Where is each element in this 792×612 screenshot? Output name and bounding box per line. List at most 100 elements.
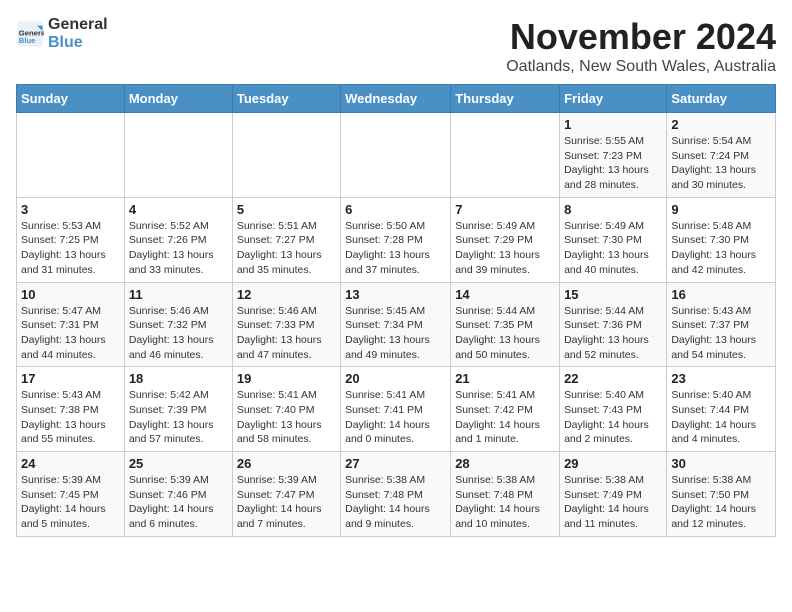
header: General Blue General Blue November 2024 … — [16, 16, 776, 76]
day-info: Sunrise: 5:39 AMSunset: 7:45 PMDaylight:… — [21, 473, 120, 532]
day-info: Sunrise: 5:48 AMSunset: 7:30 PMDaylight:… — [671, 219, 771, 278]
calendar-cell: 19 Sunrise: 5:41 AMSunset: 7:40 PMDayligh… — [232, 367, 340, 452]
day-info: Sunrise: 5:51 AMSunset: 7:27 PMDaylight:… — [237, 219, 336, 278]
week-row-2: 3 Sunrise: 5:53 AMSunset: 7:25 PMDaylight… — [17, 197, 776, 282]
day-info: Sunrise: 5:41 AMSunset: 7:40 PMDaylight:… — [237, 388, 336, 447]
day-info: Sunrise: 5:54 AMSunset: 7:24 PMDaylight:… — [671, 134, 771, 193]
day-info: Sunrise: 5:39 AMSunset: 7:46 PMDaylight:… — [129, 473, 228, 532]
day-info: Sunrise: 5:53 AMSunset: 7:25 PMDaylight:… — [21, 219, 120, 278]
calendar-cell: 30 Sunrise: 5:38 AMSunset: 7:50 PMDayligh… — [667, 452, 776, 537]
calendar-body: 1 Sunrise: 5:55 AMSunset: 7:23 PMDaylight… — [17, 113, 776, 537]
day-number: 1 — [564, 117, 662, 132]
day-number: 23 — [671, 371, 771, 386]
day-number: 24 — [21, 456, 120, 471]
day-info: Sunrise: 5:43 AMSunset: 7:38 PMDaylight:… — [21, 388, 120, 447]
calendar-cell — [451, 113, 560, 198]
day-info: Sunrise: 5:42 AMSunset: 7:39 PMDaylight:… — [129, 388, 228, 447]
calendar-cell: 11 Sunrise: 5:46 AMSunset: 7:32 PMDayligh… — [124, 282, 232, 367]
day-number: 19 — [237, 371, 336, 386]
weekday-row: SundayMondayTuesdayWednesdayThursdayFrid… — [17, 85, 776, 113]
day-number: 11 — [129, 287, 228, 302]
day-info: Sunrise: 5:41 AMSunset: 7:41 PMDaylight:… — [345, 388, 446, 447]
day-info: Sunrise: 5:38 AMSunset: 7:50 PMDaylight:… — [671, 473, 771, 532]
day-number: 13 — [345, 287, 446, 302]
day-info: Sunrise: 5:50 AMSunset: 7:28 PMDaylight:… — [345, 219, 446, 278]
logo-icon: General Blue — [16, 20, 44, 48]
day-number: 4 — [129, 202, 228, 217]
calendar-cell: 1 Sunrise: 5:55 AMSunset: 7:23 PMDaylight… — [560, 113, 667, 198]
weekday-saturday: Saturday — [667, 85, 776, 113]
day-number: 12 — [237, 287, 336, 302]
day-info: Sunrise: 5:46 AMSunset: 7:32 PMDaylight:… — [129, 304, 228, 363]
calendar-cell — [124, 113, 232, 198]
calendar-cell: 23 Sunrise: 5:40 AMSunset: 7:44 PMDayligh… — [667, 367, 776, 452]
calendar-cell: 3 Sunrise: 5:53 AMSunset: 7:25 PMDaylight… — [17, 197, 125, 282]
calendar-cell: 9Sunrise: 5:48 AMSunset: 7:30 PMDaylight… — [667, 197, 776, 282]
day-number: 2 — [671, 117, 771, 132]
title-block: November 2024 Oatlands, New South Wales,… — [506, 16, 776, 76]
calendar-cell: 26 Sunrise: 5:39 AMSunset: 7:47 PMDayligh… — [232, 452, 340, 537]
day-info: Sunrise: 5:55 AMSunset: 7:23 PMDaylight:… — [564, 134, 662, 193]
day-info: Sunrise: 5:41 AMSunset: 7:42 PMDaylight:… — [455, 388, 555, 447]
calendar-cell: 7Sunrise: 5:49 AMSunset: 7:29 PMDaylight… — [451, 197, 560, 282]
day-number: 28 — [455, 456, 555, 471]
calendar-cell: 22Sunrise: 5:40 AMSunset: 7:43 PMDayligh… — [560, 367, 667, 452]
day-number: 7 — [455, 202, 555, 217]
calendar-cell: 25 Sunrise: 5:39 AMSunset: 7:46 PMDayligh… — [124, 452, 232, 537]
day-number: 10 — [21, 287, 120, 302]
week-row-3: 10 Sunrise: 5:47 AMSunset: 7:31 PMDayligh… — [17, 282, 776, 367]
day-number: 27 — [345, 456, 446, 471]
calendar-cell: 4 Sunrise: 5:52 AMSunset: 7:26 PMDaylight… — [124, 197, 232, 282]
subtitle: Oatlands, New South Wales, Australia — [506, 58, 776, 76]
week-row-1: 1 Sunrise: 5:55 AMSunset: 7:23 PMDaylight… — [17, 113, 776, 198]
day-info: Sunrise: 5:47 AMSunset: 7:31 PMDaylight:… — [21, 304, 120, 363]
day-info: Sunrise: 5:39 AMSunset: 7:47 PMDaylight:… — [237, 473, 336, 532]
calendar-cell: 5 Sunrise: 5:51 AMSunset: 7:27 PMDaylight… — [232, 197, 340, 282]
logo-blue: Blue — [48, 34, 108, 52]
day-number: 8 — [564, 202, 662, 217]
day-number: 20 — [345, 371, 446, 386]
weekday-friday: Friday — [560, 85, 667, 113]
calendar-cell — [17, 113, 125, 198]
calendar-cell: 15Sunrise: 5:44 AMSunset: 7:36 PMDayligh… — [560, 282, 667, 367]
calendar-cell: 17 Sunrise: 5:43 AMSunset: 7:38 PMDayligh… — [17, 367, 125, 452]
day-number: 18 — [129, 371, 228, 386]
calendar-cell: 6Sunrise: 5:50 AMSunset: 7:28 PMDaylight… — [341, 197, 451, 282]
day-info: Sunrise: 5:40 AMSunset: 7:43 PMDaylight:… — [564, 388, 662, 447]
day-info: Sunrise: 5:49 AMSunset: 7:30 PMDaylight:… — [564, 219, 662, 278]
weekday-wednesday: Wednesday — [341, 85, 451, 113]
day-number: 21 — [455, 371, 555, 386]
day-number: 16 — [671, 287, 771, 302]
calendar-header: SundayMondayTuesdayWednesdayThursdayFrid… — [17, 85, 776, 113]
weekday-sunday: Sunday — [17, 85, 125, 113]
day-number: 17 — [21, 371, 120, 386]
day-info: Sunrise: 5:38 AMSunset: 7:48 PMDaylight:… — [455, 473, 555, 532]
calendar-cell: 27Sunrise: 5:38 AMSunset: 7:48 PMDayligh… — [341, 452, 451, 537]
logo-general: General — [48, 16, 108, 34]
day-number: 26 — [237, 456, 336, 471]
day-info: Sunrise: 5:44 AMSunset: 7:36 PMDaylight:… — [564, 304, 662, 363]
main-title: November 2024 — [506, 16, 776, 58]
day-number: 3 — [21, 202, 120, 217]
calendar-cell: 29Sunrise: 5:38 AMSunset: 7:49 PMDayligh… — [560, 452, 667, 537]
calendar: SundayMondayTuesdayWednesdayThursdayFrid… — [16, 84, 776, 537]
calendar-cell — [232, 113, 340, 198]
weekday-tuesday: Tuesday — [232, 85, 340, 113]
weekday-monday: Monday — [124, 85, 232, 113]
week-row-4: 17 Sunrise: 5:43 AMSunset: 7:38 PMDayligh… — [17, 367, 776, 452]
calendar-cell: 8 Sunrise: 5:49 AMSunset: 7:30 PMDaylight… — [560, 197, 667, 282]
day-info: Sunrise: 5:45 AMSunset: 7:34 PMDaylight:… — [345, 304, 446, 363]
calendar-cell: 28 Sunrise: 5:38 AMSunset: 7:48 PMDayligh… — [451, 452, 560, 537]
calendar-cell: 10 Sunrise: 5:47 AMSunset: 7:31 PMDayligh… — [17, 282, 125, 367]
weekday-thursday: Thursday — [451, 85, 560, 113]
calendar-cell — [341, 113, 451, 198]
day-number: 5 — [237, 202, 336, 217]
day-number: 25 — [129, 456, 228, 471]
day-info: Sunrise: 5:40 AMSunset: 7:44 PMDaylight:… — [671, 388, 771, 447]
calendar-cell: 12Sunrise: 5:46 AMSunset: 7:33 PMDayligh… — [232, 282, 340, 367]
day-info: Sunrise: 5:43 AMSunset: 7:37 PMDaylight:… — [671, 304, 771, 363]
day-number: 30 — [671, 456, 771, 471]
day-info: Sunrise: 5:52 AMSunset: 7:26 PMDaylight:… — [129, 219, 228, 278]
week-row-5: 24 Sunrise: 5:39 AMSunset: 7:45 PMDayligh… — [17, 452, 776, 537]
day-number: 14 — [455, 287, 555, 302]
